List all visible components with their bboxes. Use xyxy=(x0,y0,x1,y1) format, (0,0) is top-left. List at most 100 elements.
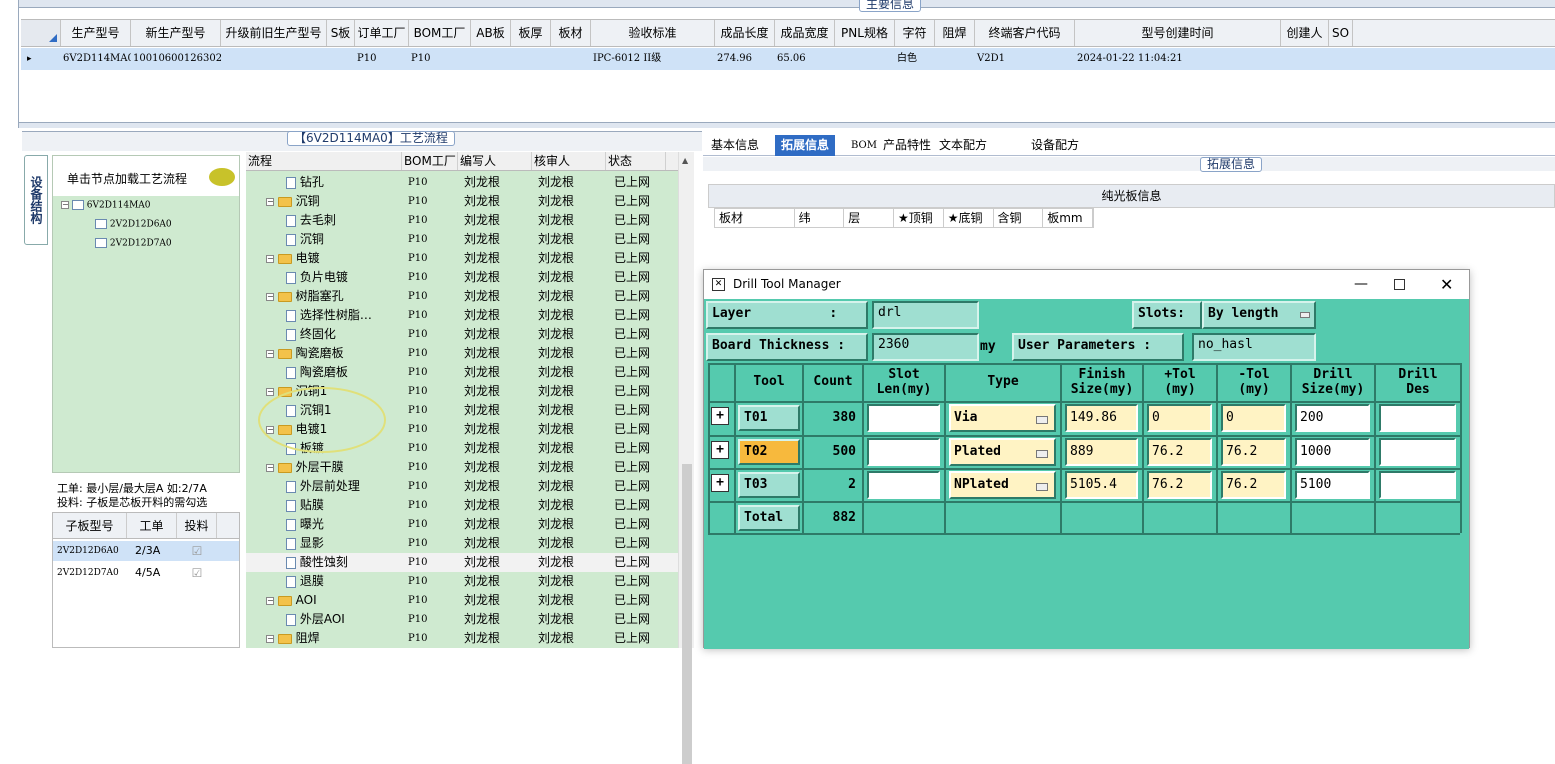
minimize-icon[interactable]: — xyxy=(1354,270,1368,299)
col-header[interactable]: 订单工厂 xyxy=(355,20,409,46)
cell-type[interactable]: Plated xyxy=(949,438,1056,466)
list-item[interactable]: 陶瓷磨板 P10 刘龙根 刘龙根 已上网 xyxy=(246,363,678,382)
col-header[interactable]: 升级前旧生产型号 xyxy=(221,20,327,46)
col-header[interactable]: AB板 xyxy=(471,20,511,46)
tab-device-structure[interactable]: 设备结构 xyxy=(24,155,48,245)
tab-6[interactable]: 设备配方 xyxy=(1025,135,1085,156)
col-header[interactable]: PNL规格 xyxy=(835,20,895,46)
layer-field[interactable]: drl xyxy=(872,301,979,329)
tool-button[interactable]: T01 xyxy=(738,405,800,431)
col-header[interactable]: 阻焊 xyxy=(935,20,975,46)
ext-col-header[interactable]: ★顶铜 xyxy=(894,209,944,227)
cell-finish[interactable]: 149.86 xyxy=(1065,404,1138,432)
col-header[interactable]: 字符 xyxy=(895,20,935,46)
expand-icon[interactable]: + xyxy=(711,474,729,492)
ext-col-header[interactable]: ★底铜 xyxy=(944,209,994,227)
cell-finish[interactable]: 889 xyxy=(1065,438,1138,466)
expand-icon[interactable]: − xyxy=(266,292,274,301)
cell-slot[interactable] xyxy=(867,438,940,466)
col-header[interactable]: 板材 xyxy=(551,20,591,46)
feed-checkbox[interactable]: ☑ xyxy=(177,563,217,583)
process-scrollbar[interactable]: ▲ xyxy=(678,152,694,764)
close-icon[interactable]: ✕ xyxy=(1440,270,1453,299)
list-item[interactable]: 贴膜 P10 刘龙根 刘龙根 已上网 xyxy=(246,496,678,515)
cell-ptol[interactable]: 76.2 xyxy=(1147,471,1212,499)
list-item[interactable]: − AOI P10 刘龙根 刘龙根 已上网 xyxy=(246,591,678,610)
expand-icon[interactable]: − xyxy=(266,254,274,263)
feed-checkbox[interactable]: ☑ xyxy=(177,541,217,561)
thickness-field[interactable]: 2360 xyxy=(872,333,979,361)
tool-button[interactable]: T03 xyxy=(738,472,800,498)
list-item[interactable]: − 树脂塞孔 P10 刘龙根 刘龙根 已上网 xyxy=(246,287,678,306)
col-header[interactable]: 终端客户代码 xyxy=(975,20,1075,46)
slots-select[interactable]: By length xyxy=(1202,301,1316,329)
list-item[interactable]: 钻孔 P10 刘龙根 刘龙根 已上网 xyxy=(246,173,678,192)
cell-mtol[interactable]: 0 xyxy=(1221,404,1286,432)
tree-node-root[interactable]: − 6V2D114MA0 xyxy=(61,200,151,211)
cell-mtol[interactable]: 76.2 xyxy=(1221,471,1286,499)
expand-icon[interactable]: + xyxy=(711,407,729,425)
cell-des[interactable] xyxy=(1379,471,1456,499)
list-item[interactable]: 负片电镀 P10 刘龙根 刘龙根 已上网 xyxy=(246,268,678,287)
cell-ptol[interactable]: 0 xyxy=(1147,404,1212,432)
expand-icon[interactable]: − xyxy=(266,596,274,605)
user-params-field[interactable]: no_hasl xyxy=(1192,333,1316,361)
list-item[interactable]: − 阻焊 P10 刘龙根 刘龙根 已上网 xyxy=(246,629,678,648)
expand-icon[interactable]: + xyxy=(711,441,729,459)
tree-node-child[interactable]: 2V2D12D6A0 xyxy=(95,219,172,230)
list-item[interactable]: 酸性蚀刻 P10 刘龙根 刘龙根 已上网 xyxy=(246,553,678,572)
expand-icon[interactable]: − xyxy=(266,197,274,206)
col-header[interactable]: 新生产型号 xyxy=(131,20,221,46)
cell-finish[interactable]: 5105.4 xyxy=(1065,471,1138,499)
list-item[interactable]: 曝光 P10 刘龙根 刘龙根 已上网 xyxy=(246,515,678,534)
ext-col-header[interactable]: 含铜 xyxy=(994,209,1044,227)
cell-mtol[interactable]: 76.2 xyxy=(1221,438,1286,466)
list-item[interactable]: − 外层干膜 P10 刘龙根 刘龙根 已上网 xyxy=(246,458,678,477)
tool-button[interactable]: T02 xyxy=(738,439,800,465)
table-row[interactable]: 2V2D12D7A0 4/5A ☑ xyxy=(53,563,239,583)
list-item[interactable]: 终固化 P10 刘龙根 刘龙根 已上网 xyxy=(246,325,678,344)
tab-2[interactable]: 拓展信息 xyxy=(775,135,836,156)
list-item[interactable]: 沉铜 P10 刘龙根 刘龙根 已上网 xyxy=(246,230,678,249)
tab-1[interactable]: 基本信息 xyxy=(705,135,765,156)
col-header[interactable]: 生产型号 xyxy=(61,20,131,46)
tab-5[interactable]: 文本配方 xyxy=(933,135,993,156)
cell-slot[interactable] xyxy=(867,471,940,499)
cell-drill[interactable]: 1000 xyxy=(1295,438,1370,466)
list-item[interactable]: 去毛刺 P10 刘龙根 刘龙根 已上网 xyxy=(246,211,678,230)
tab-4[interactable]: 产品特性 xyxy=(877,135,937,156)
ext-col-header[interactable]: 板材 xyxy=(715,209,795,227)
ext-col-header[interactable]: 板mm xyxy=(1043,209,1093,227)
col-header[interactable]: 板厚 xyxy=(511,20,551,46)
col-header[interactable]: BOM工厂 xyxy=(409,20,471,46)
ext-col-header[interactable]: 纬 xyxy=(795,209,845,227)
cell-des[interactable] xyxy=(1379,438,1456,466)
list-item[interactable]: − 陶瓷磨板 P10 刘龙根 刘龙根 已上网 xyxy=(246,344,678,363)
expand-icon[interactable]: − xyxy=(266,634,274,643)
col-header[interactable]: SO xyxy=(1329,20,1353,46)
cell-slot[interactable] xyxy=(867,404,940,432)
col-header[interactable]: 创建人 xyxy=(1281,20,1329,46)
list-item[interactable]: 选择性树脂… P10 刘龙根 刘龙根 已上网 xyxy=(246,306,678,325)
layer-label[interactable]: Layer : xyxy=(706,301,868,329)
tree-node-child[interactable]: 2V2D12D7A0 xyxy=(95,238,172,249)
col-header[interactable]: 成品宽度 xyxy=(775,20,835,46)
cell-drill[interactable]: 200 xyxy=(1295,404,1370,432)
cell-des[interactable] xyxy=(1379,404,1456,432)
col-header[interactable]: 成品长度 xyxy=(715,20,775,46)
expand-icon[interactable]: − xyxy=(266,463,274,472)
scroll-up-icon[interactable]: ▲ xyxy=(682,156,688,165)
col-header[interactable]: 型号创建时间 xyxy=(1075,20,1281,46)
expand-icon[interactable]: − xyxy=(266,349,274,358)
list-item[interactable]: 外层前处理 P10 刘龙根 刘龙根 已上网 xyxy=(246,477,678,496)
list-item[interactable]: − 电镀 P10 刘龙根 刘龙根 已上网 xyxy=(246,249,678,268)
col-header[interactable]: 验收标准 xyxy=(591,20,715,46)
cell-ptol[interactable]: 76.2 xyxy=(1147,438,1212,466)
maximize-icon[interactable] xyxy=(1394,279,1405,290)
cell-type[interactable]: NPlated xyxy=(949,471,1056,499)
ext-col-header[interactable]: 层 xyxy=(844,209,895,227)
cell-drill[interactable]: 5100 xyxy=(1295,471,1370,499)
col-header[interactable]: S板 xyxy=(327,20,355,46)
list-item[interactable]: 外层AOI P10 刘龙根 刘龙根 已上网 xyxy=(246,610,678,629)
scrollbar-thumb[interactable] xyxy=(682,464,692,764)
